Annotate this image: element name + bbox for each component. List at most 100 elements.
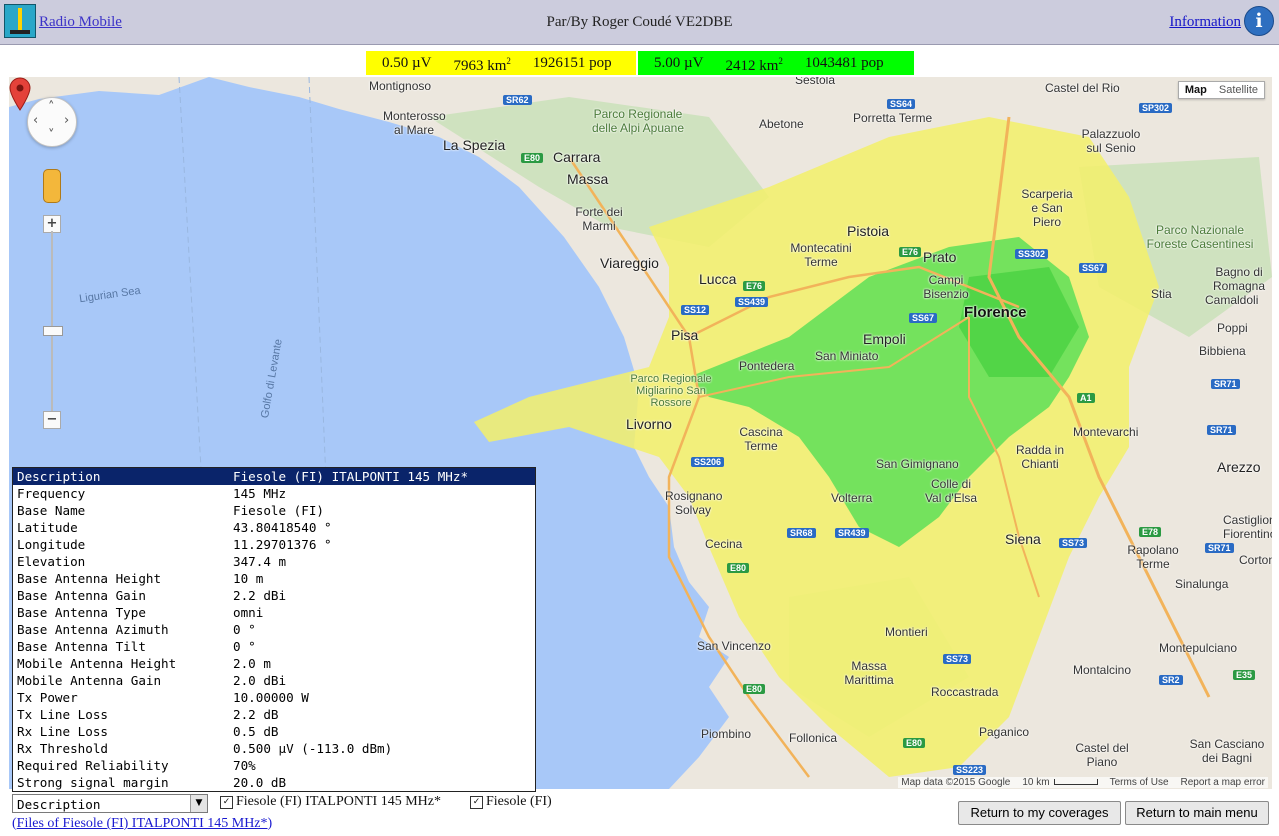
legend-low-field: 0.50 µV: [382, 55, 432, 71]
parameter-row[interactable]: Elevation 347.4 m: [13, 553, 535, 570]
parameter-row[interactable]: Base Antenna Azimuth 0 °: [13, 621, 535, 638]
place-label: Pontedera: [739, 359, 795, 373]
parameter-row[interactable]: Longitude 11.29701376 °: [13, 536, 535, 553]
checkbox-coverage-label: Fiesole (FI) ITALPONTI 145 MHz*: [236, 794, 441, 809]
legend-high-field: 5.00 µV: [654, 55, 704, 71]
parameter-row[interactable]: Mobile Antenna Height 2.0 m: [13, 655, 535, 672]
parameter-row[interactable]: Base Antenna Type omni: [13, 604, 535, 621]
place-label: Prato: [923, 249, 957, 265]
place-label: La Spezia: [443, 137, 506, 153]
pan-down-icon[interactable]: ˅: [48, 128, 55, 143]
place-label: Massa: [567, 171, 609, 187]
legend-low-threshold: 0.50 µV 7963 km2 1926151 pop: [366, 51, 636, 75]
parameter-row[interactable]: Description Fiesole (FI) ITALPONTI 145 MH…: [13, 468, 535, 485]
place-label: Bagno di Romagna: [1212, 265, 1266, 293]
display-select[interactable]: Description ▼: [12, 794, 208, 813]
parameter-row[interactable]: Tx Line Loss 2.2 dB: [13, 706, 535, 723]
parameter-row[interactable]: Base Antenna Height 10 m: [13, 570, 535, 587]
place-label: Palazzuolo sul Senio: [1081, 127, 1141, 155]
road-badge: SR62: [503, 95, 532, 105]
zoom-out-button[interactable]: −: [43, 411, 61, 429]
place-label: Castel del Rio: [1045, 81, 1120, 95]
map-scale: 10 km: [1022, 777, 1098, 788]
place-label: Colle di Val d'Elsa: [924, 477, 978, 505]
place-label: Campi Bisenzio: [923, 273, 969, 301]
terms-link[interactable]: Terms of Use: [1110, 777, 1169, 788]
place-label: Siena: [1005, 531, 1041, 547]
road-badge: SP302: [1139, 103, 1173, 113]
road-badge: SS206: [691, 457, 725, 467]
parameter-row[interactable]: Base Antenna Gain 2.2 dBi: [13, 587, 535, 604]
parameters-table: Description Fiesole (FI) ITALPONTI 145 MH…: [12, 467, 536, 792]
place-label: Scarperia e San Piero: [1021, 187, 1073, 229]
parameter-row[interactable]: Rx Line Loss 0.5 dB: [13, 723, 535, 740]
road-badge: E78: [1139, 527, 1162, 537]
legend-high-threshold: 5.00 µV 2412 km2 1043481 pop: [638, 51, 914, 75]
map-type-control: Map Satellite: [1177, 81, 1265, 99]
road-badge: SS223: [953, 765, 987, 775]
checkbox-coverage[interactable]: ✓ Fiesole (FI) ITALPONTI 145 MHz*: [220, 794, 441, 810]
info-icon[interactable]: i: [1244, 6, 1274, 36]
parameter-row[interactable]: Rx Threshold 0.500 µV (-113.0 dBm): [13, 740, 535, 757]
street-view-pegman-icon[interactable]: [43, 169, 61, 203]
road-badge: E80: [903, 738, 926, 748]
place-label: Montieri: [885, 625, 928, 639]
place-label: Camaldoli: [1205, 293, 1259, 307]
place-label: Pistoia: [847, 223, 890, 239]
place-label: Paganico: [979, 725, 1030, 739]
road-badge: SR2: [1159, 675, 1183, 685]
place-label: Sinalunga: [1175, 577, 1229, 591]
legend-low-area: 7963 km2: [453, 55, 511, 74]
place-label: Livorno: [626, 416, 672, 432]
place-label: Stia: [1151, 287, 1172, 301]
place-label: Forte dei Marmi: [575, 205, 623, 233]
pan-control[interactable]: ˄ ˅ ‹ ›: [27, 97, 77, 147]
parameter-row[interactable]: Strong signal margin 20.0 dB: [13, 774, 535, 791]
road-badge: SS67: [909, 313, 938, 323]
place-label: Pisa: [671, 327, 699, 343]
pan-right-icon[interactable]: ›: [64, 113, 69, 128]
pan-up-icon[interactable]: ˄: [48, 100, 55, 115]
checkbox-base[interactable]: ✓ Fiesole (FI): [470, 794, 552, 810]
files-link[interactable]: (Files of Fiesole (FI) ITALPONTI 145 MHz…: [12, 816, 272, 832]
place-label: Castel del Piano: [1075, 741, 1129, 769]
place-label: Volterra: [831, 491, 873, 505]
parameter-row[interactable]: Mobile Antenna Gain 2.0 dBi: [13, 672, 535, 689]
checkbox-icon[interactable]: ✓: [220, 795, 233, 809]
return-coverages-button[interactable]: Return to my coverages: [958, 801, 1121, 825]
zoom-slider-thumb[interactable]: [43, 326, 63, 336]
place-label: Cecina: [705, 537, 743, 551]
map-footer: Map data ©2015 Google 10 km Terms of Use…: [898, 777, 1268, 788]
pan-left-icon[interactable]: ‹: [33, 113, 38, 128]
checkbox-icon[interactable]: ✓: [470, 795, 483, 809]
map-type-map-button[interactable]: Map: [1178, 82, 1213, 98]
parameter-row[interactable]: Tx Power 10.00000 W: [13, 689, 535, 706]
map-type-satellite-button[interactable]: Satellite: [1212, 82, 1264, 98]
report-error-link[interactable]: Report a map error: [1181, 777, 1265, 788]
place-label: Porretta Terme: [853, 111, 933, 125]
place-label: Florence: [964, 304, 1027, 321]
road-badge: SR71: [1207, 425, 1236, 435]
road-badge: SS12: [681, 305, 710, 315]
header-bar: Radio Mobile Par/By Roger Coudé VE2DBE I…: [0, 0, 1279, 45]
road-badge: SS73: [943, 654, 972, 664]
parameter-row[interactable]: Base Antenna Tilt 0 °: [13, 638, 535, 655]
place-label: San Vincenzo: [697, 639, 771, 653]
road-badge: A1: [1077, 393, 1095, 403]
parameter-row[interactable]: Base Name Fiesole (FI): [13, 502, 535, 519]
road-badge: SR71: [1211, 379, 1240, 389]
dropdown-arrow-icon[interactable]: ▼: [190, 795, 207, 812]
return-main-menu-button[interactable]: Return to main menu: [1125, 801, 1269, 825]
zoom-slider-track[interactable]: [51, 231, 53, 413]
information-link[interactable]: Information: [1169, 14, 1241, 31]
place-label: Poppi: [1217, 321, 1248, 335]
display-select-value: Description: [17, 797, 101, 812]
author-credit: Par/By Roger Coudé VE2DBE: [546, 14, 733, 30]
parameter-row[interactable]: Latitude 43.80418540 °: [13, 519, 535, 536]
parameter-row[interactable]: Frequency 145 MHz: [13, 485, 535, 502]
checkbox-base-label: Fiesole (FI): [486, 794, 552, 809]
map-marker-icon[interactable]: [9, 77, 31, 111]
place-label: Bibbiena: [1199, 344, 1246, 358]
parameter-row[interactable]: Required Reliability 70%: [13, 757, 535, 774]
road-badge: SR439: [835, 528, 869, 538]
